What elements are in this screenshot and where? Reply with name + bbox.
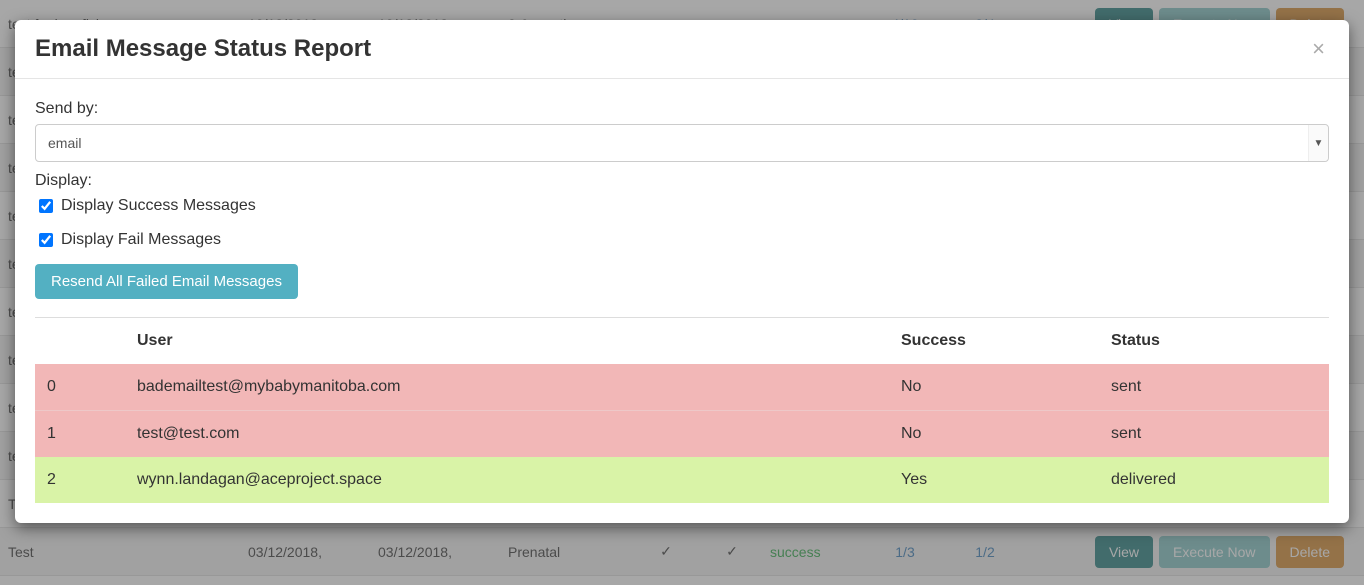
display-success-label: Display Success Messages (61, 197, 256, 215)
cell-status: sent (1099, 364, 1329, 411)
cell-status: sent (1099, 411, 1329, 458)
cell-user: test@test.com (125, 411, 889, 458)
display-fail-label: Display Fail Messages (61, 231, 221, 249)
col-success: Success (889, 318, 1099, 364)
cell-status: delivered (1099, 457, 1329, 503)
resend-failed-button[interactable]: Resend All Failed Email Messages (35, 264, 298, 299)
modal-body: Send by: email ▼ Display: Display Succes… (15, 79, 1349, 523)
table-row: 1 test@test.com No sent (35, 411, 1329, 458)
col-index (35, 318, 125, 364)
col-status: Status (1099, 318, 1329, 364)
display-fail-checkbox[interactable] (39, 233, 53, 247)
close-icon[interactable]: × (1308, 38, 1329, 60)
table-row: 0 bademailtest@mybabymanitoba.com No sen… (35, 364, 1329, 411)
table-row: 2 wynn.landagan@aceproject.space Yes del… (35, 457, 1329, 503)
send-by-value: email (35, 124, 1329, 162)
display-fail-row: Display Fail Messages (35, 230, 1329, 250)
status-table: User Success Status 0 bademailtest@mybab… (35, 318, 1329, 503)
modal-title: Email Message Status Report (35, 35, 1308, 63)
cell-success: No (889, 364, 1099, 411)
col-user: User (125, 318, 889, 364)
cell-user: bademailtest@mybabymanitoba.com (125, 364, 889, 411)
display-success-row: Display Success Messages (35, 196, 1329, 216)
display-success-checkbox[interactable] (39, 199, 53, 213)
cell-user: wynn.landagan@aceproject.space (125, 457, 889, 503)
modal-header: Email Message Status Report × (15, 20, 1349, 79)
cell-success: Yes (889, 457, 1099, 503)
cell-index: 2 (35, 457, 125, 503)
cell-index: 0 (35, 364, 125, 411)
table-header-row: User Success Status (35, 318, 1329, 364)
display-label: Display: (35, 172, 1329, 190)
email-status-modal: Email Message Status Report × Send by: e… (15, 20, 1349, 523)
send-by-label: Send by: (35, 100, 1329, 118)
cell-index: 1 (35, 411, 125, 458)
cell-success: No (889, 411, 1099, 458)
send-by-select[interactable]: email ▼ (35, 124, 1329, 162)
